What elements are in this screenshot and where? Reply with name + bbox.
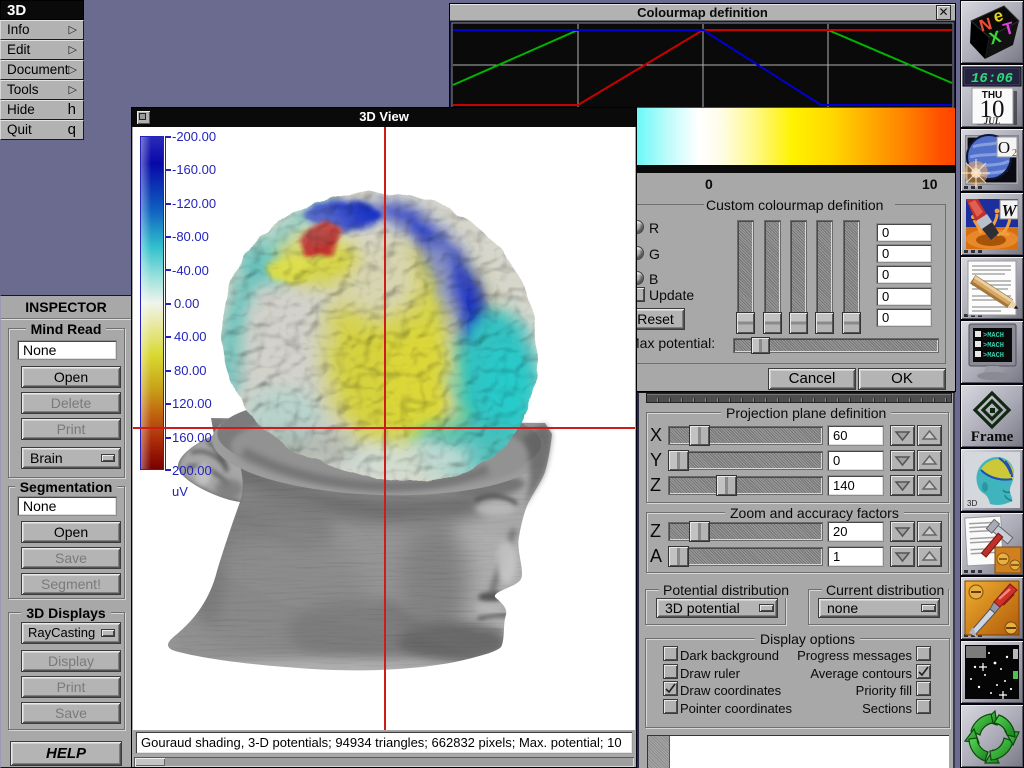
svg-text:>MACH: >MACH xyxy=(983,352,1004,360)
svg-text:16:06: 16:06 xyxy=(971,71,1014,87)
svg-text:O: O xyxy=(998,138,1010,157)
svg-text:JUL: JUL xyxy=(983,116,1001,126)
svg-text:>MACH: >MACH xyxy=(983,342,1004,350)
svg-text:>MACH: >MACH xyxy=(983,332,1004,340)
svg-text:Frame: Frame xyxy=(971,429,1014,445)
svg-text:2: 2 xyxy=(1012,148,1017,159)
svg-text:W: W xyxy=(1001,201,1018,220)
svg-text:3D: 3D xyxy=(967,499,977,508)
